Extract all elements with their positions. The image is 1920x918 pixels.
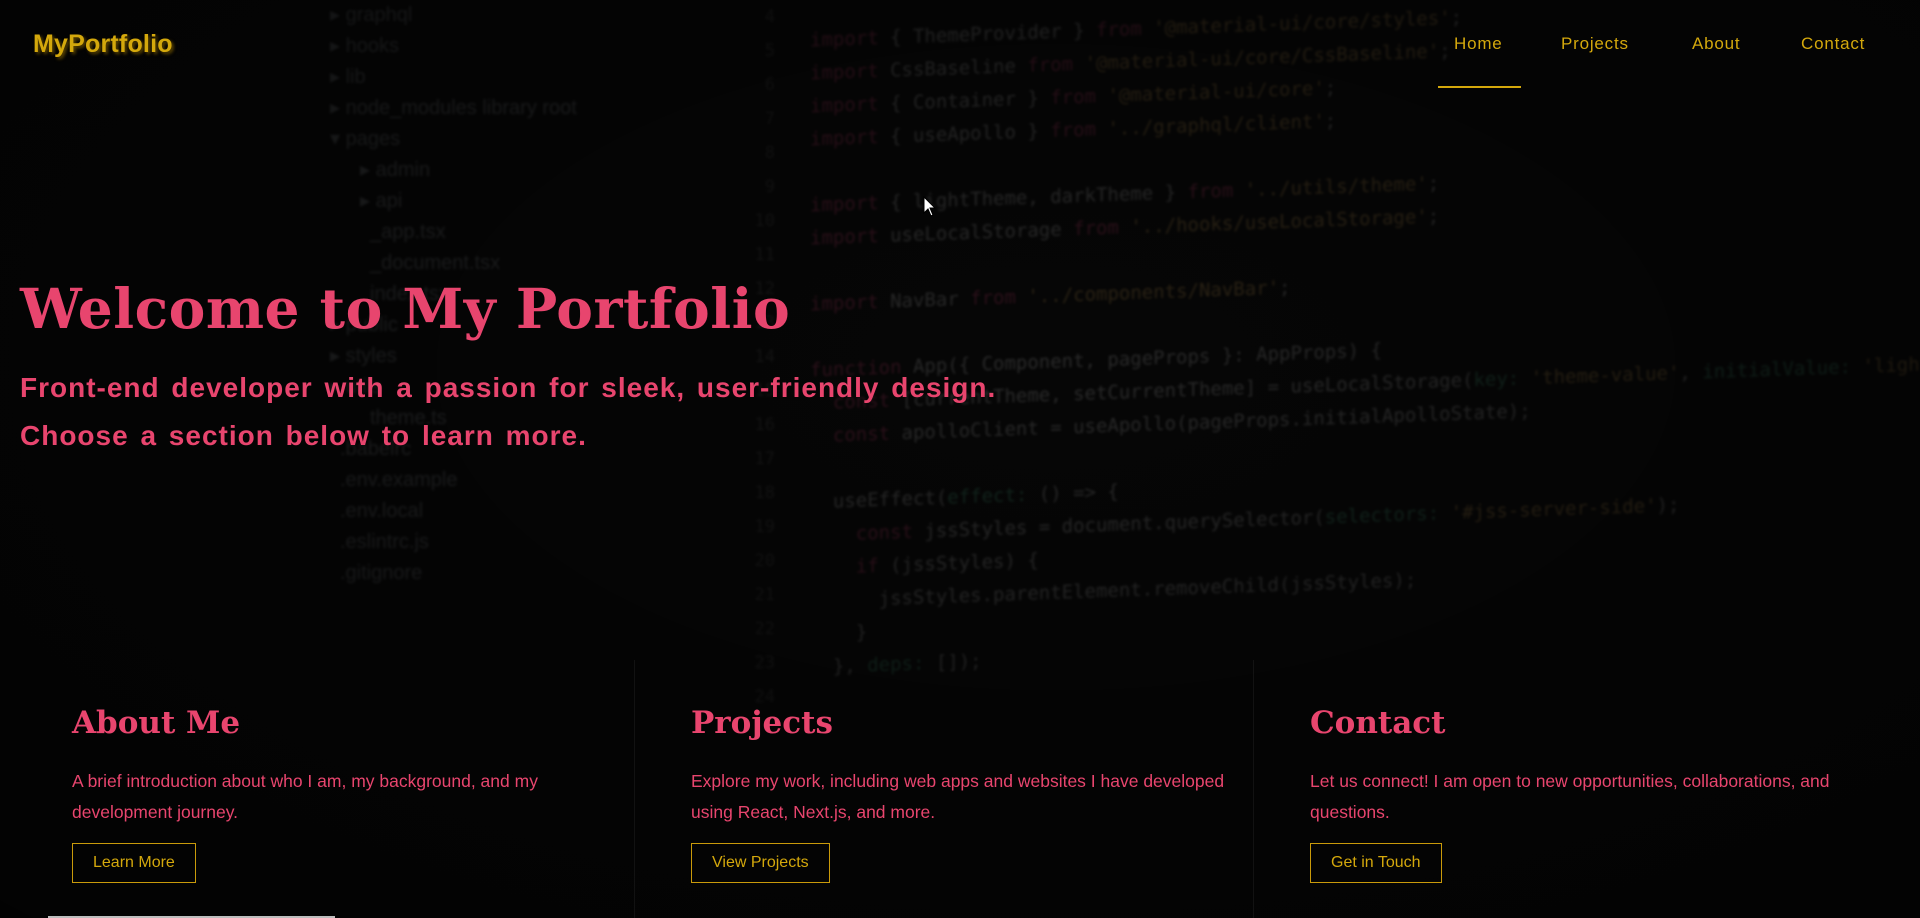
card-about-me: About Me A brief introduction about who … — [72, 660, 632, 918]
hero-subtitle-line-2: Choose a section below to learn more. — [20, 420, 587, 451]
card-description: Let us connect! I am open to new opportu… — [1310, 771, 1830, 822]
card-title: Projects — [691, 705, 833, 741]
card-contact: Contact Let us connect! I am open to new… — [1310, 660, 1870, 918]
card-description: Explore my work, including web apps and … — [691, 771, 1225, 822]
portfolio-page: ▸ graphql ▸ hooks ▸ lib ▸ node_modules l… — [0, 0, 1920, 918]
site-logo[interactable]: MyPortfolio — [33, 30, 173, 59]
hero-title: Welcome to My Portfolio — [20, 276, 791, 341]
top-navbar: MyPortfolio Home Projects About Contact — [0, 0, 1920, 92]
card-description: A brief introduction about who I am, my … — [72, 771, 538, 822]
card-projects: Projects Explore my work, including web … — [691, 660, 1251, 918]
nav-link-projects[interactable]: Projects — [1561, 34, 1629, 54]
card-title: About Me — [72, 705, 241, 741]
view-projects-button[interactable]: View Projects — [691, 843, 830, 883]
nav-active-indicator — [1438, 86, 1521, 88]
hero-subtitle-line-1: Front-end developer with a passion for s… — [20, 372, 997, 403]
nav-link-about[interactable]: About — [1692, 34, 1740, 54]
card-divider — [1253, 660, 1254, 918]
nav-link-contact[interactable]: Contact — [1801, 34, 1865, 54]
learn-more-button[interactable]: Learn More — [72, 843, 196, 883]
card-divider — [634, 660, 635, 918]
mouse-pointer-icon — [923, 196, 937, 217]
card-title: Contact — [1310, 705, 1446, 741]
get-in-touch-button[interactable]: Get in Touch — [1310, 843, 1442, 883]
nav-link-home[interactable]: Home — [1454, 34, 1503, 54]
